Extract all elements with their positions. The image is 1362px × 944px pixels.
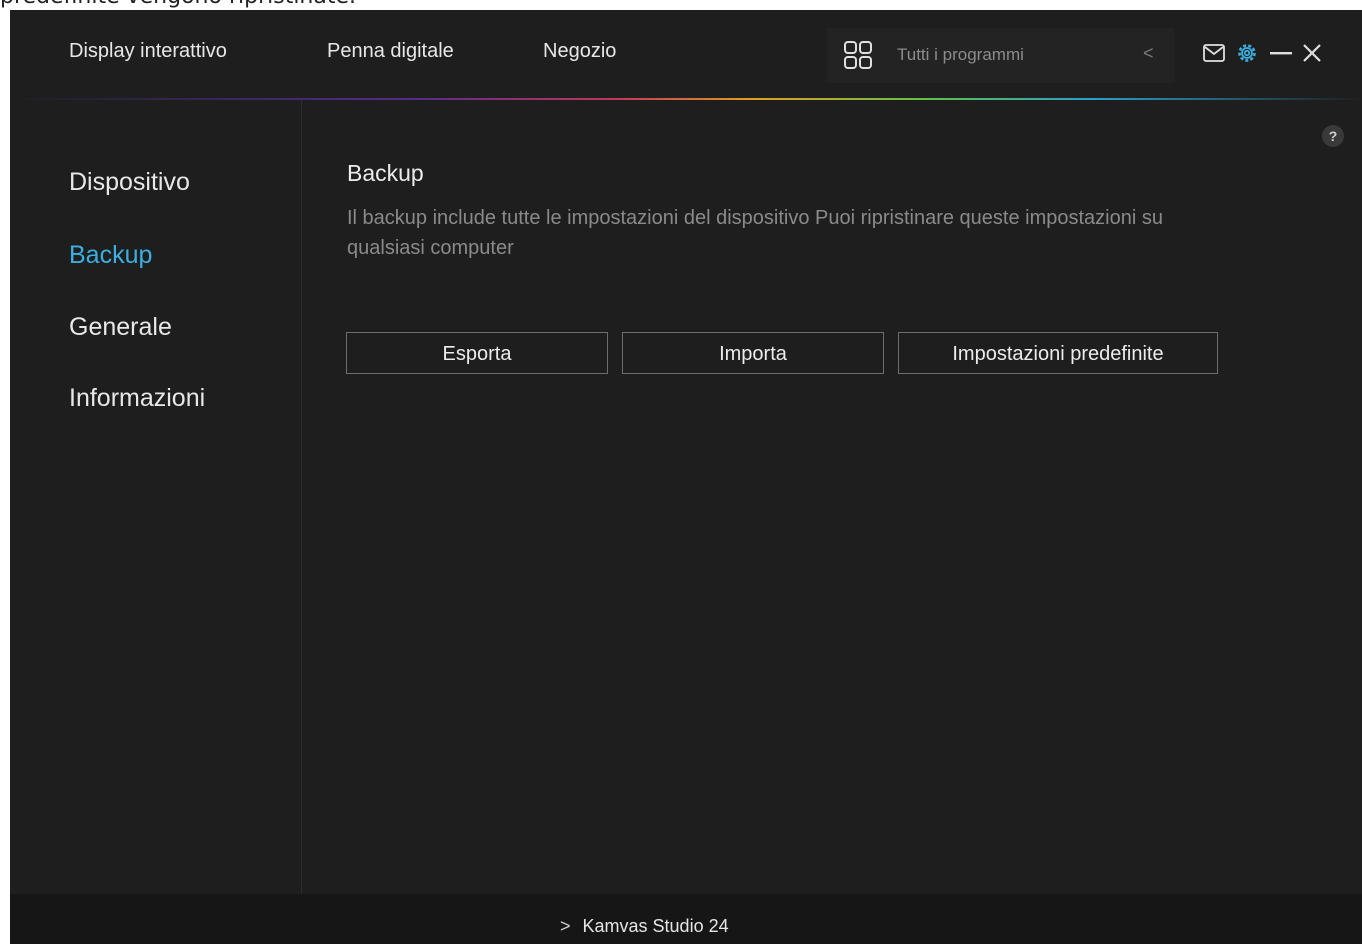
program-selector-label: Tutti i programmi xyxy=(897,45,1024,64)
program-selector[interactable]: Tutti i programmi < xyxy=(827,28,1175,83)
grid-icon xyxy=(844,41,872,69)
chevron-left-icon[interactable]: < xyxy=(1143,43,1154,64)
chevron-right-icon: > xyxy=(560,916,571,936)
device-name: Kamvas Studio 24 xyxy=(582,916,729,936)
import-button[interactable]: Importa xyxy=(622,332,884,374)
export-button[interactable]: Esporta xyxy=(346,332,608,374)
document-partial-text: predefinite vengono ripristinate. xyxy=(0,0,356,9)
mail-icon[interactable] xyxy=(1203,44,1225,62)
top-bar: Display interattivo Penna digitale Negoz… xyxy=(10,10,1362,98)
sidebar-item-backup[interactable]: Backup xyxy=(69,241,152,270)
sidebar: Dispositivo Backup Generale Informazioni xyxy=(10,100,302,894)
footer-bar: > Kamvas Studio 24 xyxy=(10,894,1362,944)
sidebar-item-dispositivo[interactable]: Dispositivo xyxy=(69,168,190,197)
nav-negozio[interactable]: Negozio xyxy=(543,40,616,63)
sidebar-item-informazioni[interactable]: Informazioni xyxy=(69,384,205,413)
default-settings-button[interactable]: Impostazioni predefinite xyxy=(898,332,1218,374)
nav-penna-digitale[interactable]: Penna digitale xyxy=(327,40,454,63)
device-selector[interactable]: > Kamvas Studio 24 xyxy=(560,916,729,937)
page-title: Backup xyxy=(347,160,424,186)
sidebar-item-generale[interactable]: Generale xyxy=(69,313,172,342)
nav-display-interattivo[interactable]: Display interattivo xyxy=(69,40,227,63)
help-icon[interactable]: ? xyxy=(1322,125,1344,147)
document-text-fragment: predefinite vengono ripristinate. xyxy=(0,0,1362,10)
minimize-icon[interactable] xyxy=(1270,52,1292,56)
page-description: Il backup include tutte le impostazioni … xyxy=(347,207,1163,259)
close-icon[interactable] xyxy=(1302,43,1322,63)
gear-icon[interactable] xyxy=(1236,42,1258,64)
app-window: Display interattivo Penna digitale Negoz… xyxy=(10,10,1362,944)
